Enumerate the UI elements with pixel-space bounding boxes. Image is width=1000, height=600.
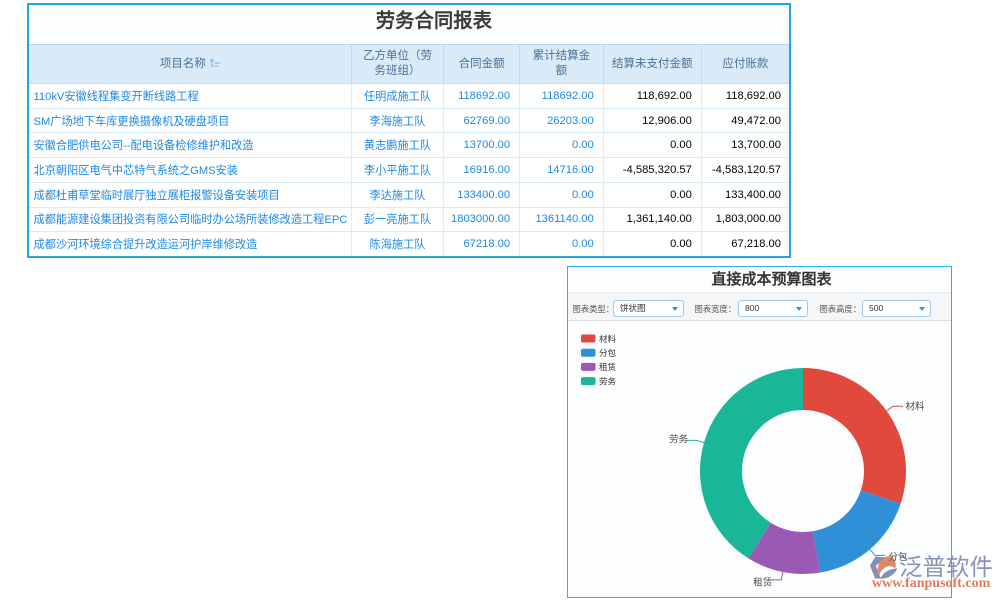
svg-text:材料: 材料: [906, 401, 926, 413]
svg-text:劳务: 劳务: [599, 376, 617, 386]
svg-text:分包: 分包: [889, 551, 909, 563]
svg-text:租赁: 租赁: [599, 362, 617, 372]
svg-text:分包: 分包: [599, 348, 617, 358]
svg-text:劳务: 劳务: [669, 434, 689, 446]
svg-text:租赁: 租赁: [753, 576, 772, 588]
svg-text:材料: 材料: [599, 334, 617, 344]
